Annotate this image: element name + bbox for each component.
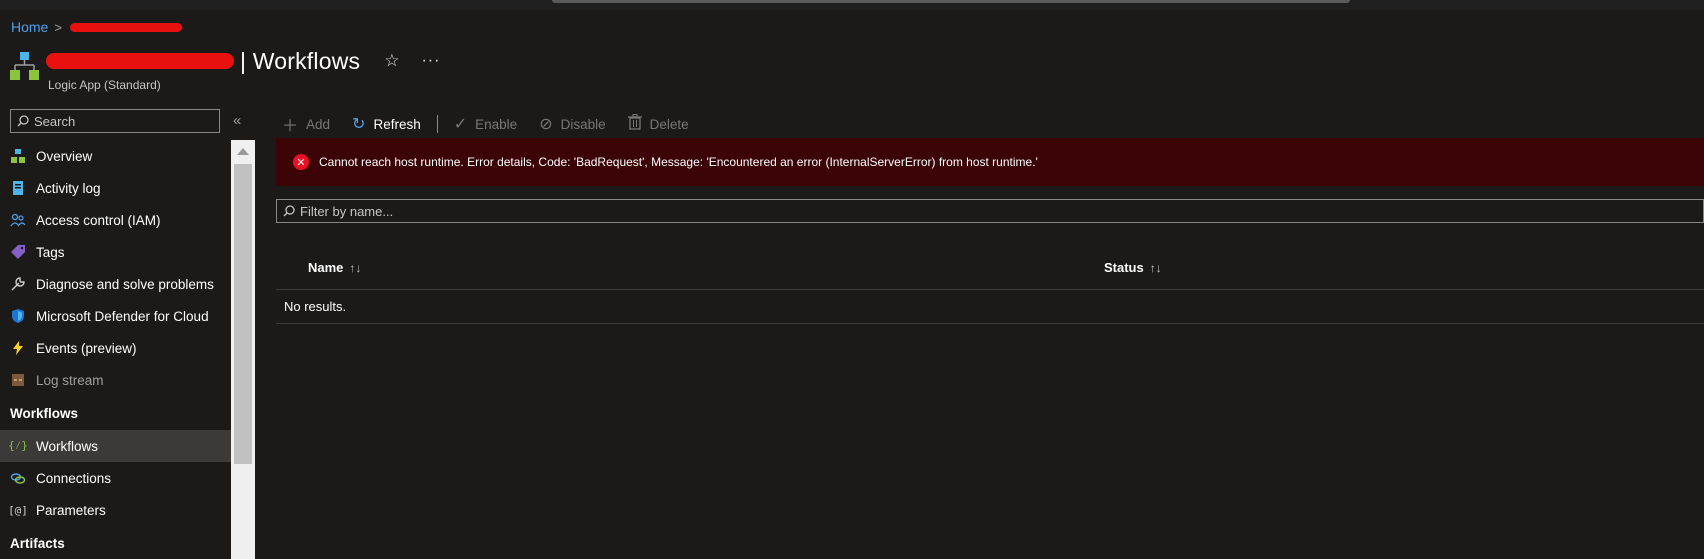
shield-icon — [10, 308, 26, 324]
link-icon — [10, 470, 26, 486]
logic-app-icon — [10, 50, 40, 86]
sidebar-item-label: Events (preview) — [36, 340, 137, 356]
page-header: | Workflows ☆ ··· Logic App (Standard) — [10, 46, 440, 92]
sidebar-item-overview[interactable]: Overview — [0, 140, 231, 172]
breadcrumb-home-link[interactable]: Home — [11, 19, 48, 35]
empty-table-message: No results. — [276, 290, 1704, 324]
breadcrumb: Home > — [11, 19, 182, 35]
enable-button[interactable]: ✓ Enable — [454, 114, 517, 134]
sidebar-item-connections[interactable]: Connections — [0, 462, 231, 494]
column-header-status[interactable]: Status ↑↓ — [1104, 260, 1162, 275]
error-icon: ✕ — [293, 154, 309, 170]
parameters-icon: [@] — [8, 503, 28, 517]
log-stream-icon — [10, 372, 26, 388]
collapse-sidebar-button[interactable]: « — [233, 112, 241, 129]
main-content: ＋ Add ↻ Refresh ✓ Enable ⊘ Disable Delet… — [256, 106, 1704, 559]
disable-button[interactable]: ⊘ Disable — [539, 114, 605, 134]
wrench-icon — [10, 276, 26, 292]
filter-input[interactable]: Filter by name... — [276, 199, 1704, 223]
delete-button[interactable]: Delete — [627, 113, 689, 135]
sidebar-item-log-stream[interactable]: Log stream — [0, 364, 231, 396]
blocked-icon: ⊘ — [539, 116, 553, 133]
sidebar-item-diagnose[interactable]: Diagnose and solve problems — [0, 268, 231, 300]
more-options-button[interactable]: ··· — [421, 52, 440, 70]
checkmark-icon: ✓ — [453, 116, 468, 133]
star-icon[interactable]: ☆ — [384, 51, 399, 71]
sidebar-item-label: Parameters — [36, 502, 106, 518]
filter-placeholder: Filter by name... — [300, 203, 394, 219]
sidebar-scrollbar[interactable] — [231, 140, 255, 559]
resource-type-subtitle: Logic App (Standard) — [48, 78, 161, 92]
trash-icon — [627, 113, 642, 135]
sort-icon[interactable]: ↑↓ — [1150, 261, 1162, 275]
scroll-up-arrow-icon[interactable] — [237, 148, 249, 155]
refresh-label: Refresh — [373, 116, 421, 132]
error-message-bar: ✕ Cannot reach host runtime. Error detai… — [276, 138, 1704, 186]
search-icon — [283, 205, 295, 217]
command-bar: ＋ Add ↻ Refresh ✓ Enable ⊘ Disable Delet… — [282, 110, 711, 138]
page-title: | Workflows — [240, 47, 361, 74]
sidebar-item-label: Tags — [36, 244, 65, 260]
workflows-table: Name ↑↓ Status ↑↓ No results. — [276, 246, 1704, 324]
sidebar-item-label: Access control (IAM) — [36, 212, 161, 228]
workflow-icon: {⁄} — [8, 439, 28, 452]
disable-label: Disable — [560, 116, 606, 132]
column-header-name[interactable]: Name ↑↓ — [308, 260, 361, 275]
refresh-button[interactable]: ↻ Refresh — [352, 114, 421, 134]
global-search-strip[interactable] — [552, 0, 1350, 3]
redacted-resource-name — [46, 53, 234, 69]
search-icon — [17, 115, 29, 127]
sidebar: Search « Overview Activity log Access co… — [0, 106, 256, 559]
column-header-label: Status — [1104, 260, 1144, 275]
sidebar-item-label: Connections — [36, 470, 112, 486]
sidebar-item-activity-log[interactable]: Activity log — [0, 172, 231, 204]
refresh-icon: ↻ — [352, 116, 366, 133]
sidebar-item-label: Overview — [36, 148, 93, 164]
breadcrumb-separator: > — [54, 19, 62, 35]
sidebar-item-label: Microsoft Defender for Cloud — [36, 308, 209, 324]
column-header-label: Name — [308, 260, 344, 275]
sidebar-item-defender[interactable]: Microsoft Defender for Cloud — [0, 300, 231, 332]
sidebar-group-artifacts: Artifacts — [10, 535, 65, 551]
plus-icon: ＋ — [282, 118, 299, 135]
redacted-breadcrumb — [69, 22, 182, 32]
top-bar — [0, 0, 1704, 10]
sidebar-item-workflows[interactable]: {⁄} Workflows — [0, 430, 231, 462]
sidebar-item-tags[interactable]: Tags — [0, 236, 231, 268]
sidebar-item-label: Activity log — [36, 180, 101, 196]
sidebar-item-label: Log stream — [36, 372, 104, 388]
lightning-icon — [10, 340, 26, 356]
sidebar-item-events[interactable]: Events (preview) — [0, 332, 231, 364]
table-header: Name ↑↓ Status ↑↓ — [276, 246, 1704, 290]
error-message: Cannot reach host runtime. Error details… — [319, 155, 1038, 169]
enable-label: Enable — [475, 116, 518, 132]
add-button[interactable]: ＋ Add — [282, 112, 330, 136]
sort-icon[interactable]: ↑↓ — [349, 261, 361, 275]
sidebar-menu: Overview Activity log Access control (IA… — [0, 140, 231, 559]
delete-label: Delete — [649, 116, 689, 132]
sidebar-search-input[interactable]: Search — [10, 109, 220, 133]
activity-log-icon — [10, 180, 26, 196]
people-icon — [10, 212, 26, 228]
add-label: Add — [306, 116, 331, 132]
sidebar-item-label: Workflows — [36, 438, 99, 454]
toolbar-divider — [436, 115, 438, 133]
sidebar-item-iam[interactable]: Access control (IAM) — [0, 204, 231, 236]
tag-icon — [10, 244, 26, 260]
scrollbar-thumb[interactable] — [234, 164, 252, 464]
sidebar-search-placeholder: Search — [34, 113, 76, 129]
sidebar-item-label: Diagnose and solve problems — [36, 276, 214, 292]
overview-icon — [10, 148, 26, 164]
sidebar-item-parameters[interactable]: [@] Parameters — [0, 494, 231, 526]
sidebar-group-workflows: Workflows — [10, 405, 79, 421]
